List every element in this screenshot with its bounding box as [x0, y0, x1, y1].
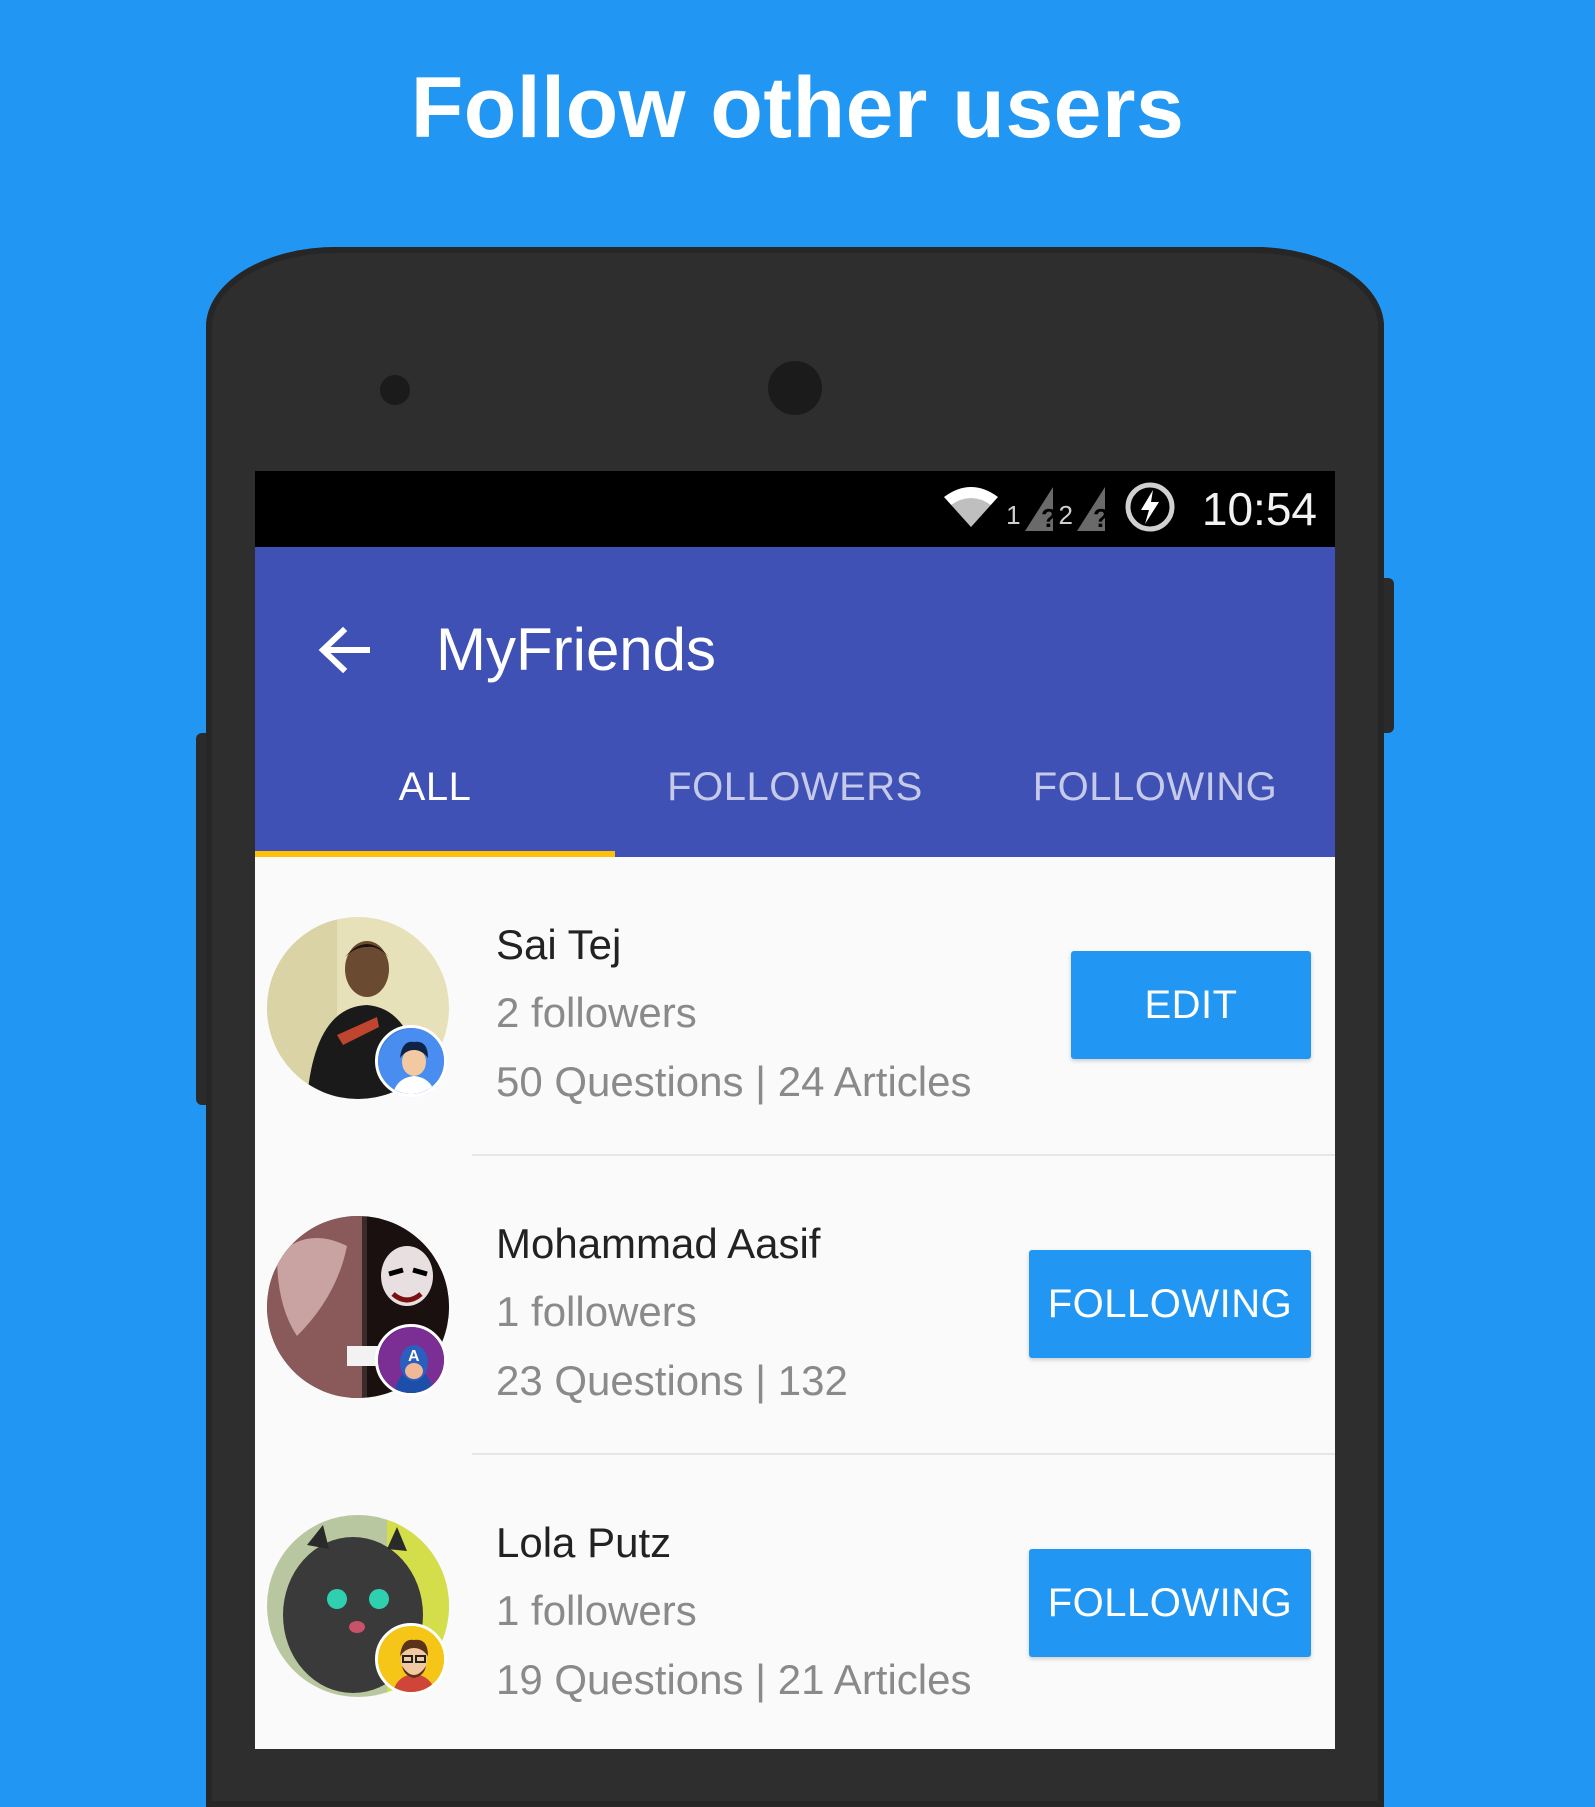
tab-following[interactable]: FOLLOWING	[975, 747, 1335, 857]
user-stats: 50 Questions | 24 Articles	[496, 1058, 972, 1105]
user-stats: 23 Questions | 132	[496, 1357, 848, 1404]
phone-screen: 1 ? 2 ? 10:54	[255, 471, 1335, 1749]
list-item[interactable]: A Mohammad Aasif 1 followers 23 Question…	[255, 1156, 1335, 1455]
user-followers: 2 followers	[496, 989, 697, 1036]
avatar-badge	[375, 1025, 447, 1097]
list-item[interactable]: Lola Putz 1 followers 19 Questions | 21 …	[255, 1455, 1335, 1749]
promo-title: Follow other users	[410, 60, 1185, 156]
battery-charging-icon	[1125, 482, 1175, 536]
user-stats: 19 Questions | 21 Articles	[496, 1656, 972, 1703]
user-followers: 1 followers	[496, 1288, 697, 1335]
app-title: MyFriends	[436, 616, 717, 683]
svg-text:A: A	[408, 1348, 420, 1365]
sim1-label: 1	[1006, 500, 1021, 530]
sim1-signal-icon: 1 ?	[1006, 487, 1053, 531]
wifi-icon	[942, 485, 1000, 533]
sim2-label: 2	[1058, 500, 1073, 530]
phone-front-camera	[768, 361, 822, 415]
arrow-back-icon	[318, 626, 370, 674]
status-bar: 1 ? 2 ? 10:54	[255, 471, 1335, 547]
user-name: Mohammad Aasif	[496, 1220, 821, 1267]
edit-button[interactable]: EDIT	[1071, 951, 1311, 1059]
tab-all[interactable]: ALL	[255, 747, 615, 857]
list-item[interactable]: Sai Tej 2 followers 50 Questions | 24 Ar…	[255, 857, 1335, 1156]
avatar-badge: A	[375, 1324, 447, 1396]
user-list: Sai Tej 2 followers 50 Questions | 24 Ar…	[255, 857, 1335, 1749]
svg-text:?: ?	[1093, 503, 1105, 531]
user-name: Sai Tej	[496, 921, 622, 968]
following-button[interactable]: FOLLOWING	[1029, 1549, 1311, 1657]
status-clock: 10:54	[1201, 483, 1317, 535]
status-icons: 1 ? 2 ?	[942, 482, 1175, 536]
tab-bar: ALL FOLLOWERS FOLLOWING	[255, 747, 1335, 857]
back-button[interactable]	[309, 615, 379, 685]
user-followers: 1 followers	[496, 1587, 697, 1634]
phone-sensor	[380, 375, 410, 405]
tab-followers[interactable]: FOLLOWERS	[615, 747, 975, 857]
app-bar: MyFriends ALL FOLLOWERS FOLLOWING	[255, 547, 1335, 857]
svg-text:?: ?	[1041, 503, 1053, 531]
avatar-badge	[375, 1623, 447, 1695]
following-button[interactable]: FOLLOWING	[1029, 1250, 1311, 1358]
sim2-signal-icon: 2 ?	[1059, 487, 1105, 531]
user-name: Lola Putz	[496, 1519, 672, 1566]
